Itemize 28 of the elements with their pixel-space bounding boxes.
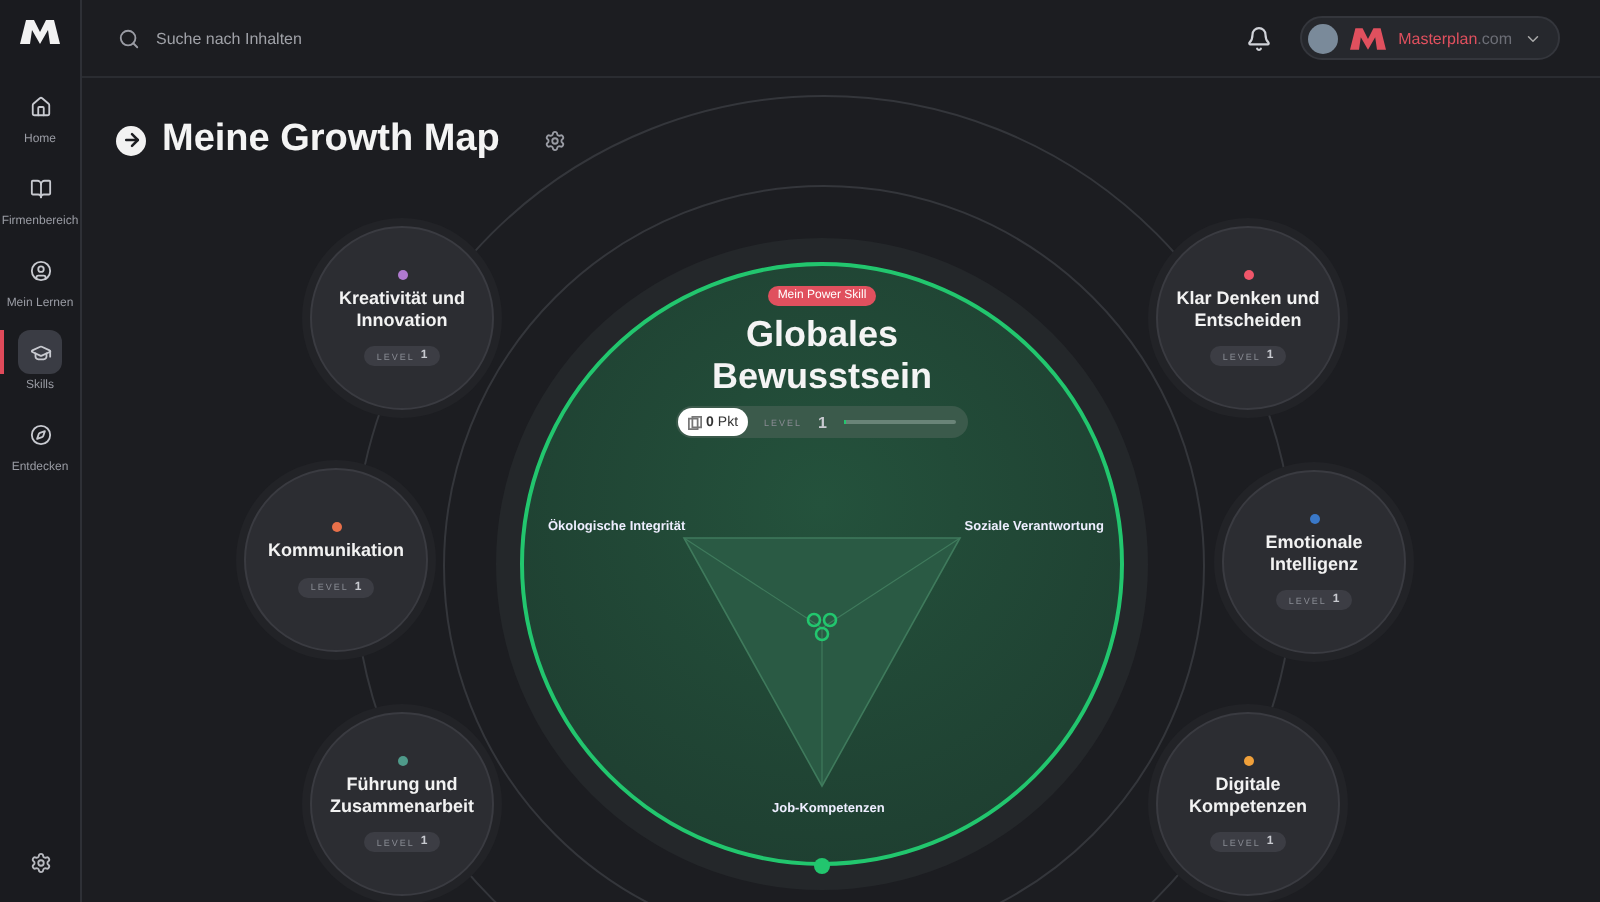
compass-icon [29,423,51,445]
skill-name: Emotionale Intelligenz [1263,531,1365,575]
user-icon [29,259,51,281]
brand-name: Masterplan.com [1398,29,1512,47]
arrow-button[interactable] [116,125,146,155]
logo-icon [20,20,60,44]
skill-name: Kommunikation [265,540,406,562]
coins-icon [688,415,702,430]
bell-icon[interactable] [1246,25,1273,51]
skill-name: Führung und Zusammenarbeit [327,773,477,817]
skill-name: Digitale Kompetenzen [1186,773,1309,817]
skill-name: Kreativität und Innovation [336,287,467,331]
settings-icon[interactable] [29,852,51,874]
account-menu[interactable]: Masterplan.com [1300,16,1560,60]
search-field[interactable]: Suche nach Inhalten [152,27,480,49]
home-icon [29,95,51,117]
book-icon [29,177,51,199]
graduation-cap-icon [29,341,51,363]
skill-name: Klar Denken und Entscheiden [1174,287,1322,331]
logo-icon [1350,27,1387,49]
search-icon [118,27,140,49]
avatar [1308,23,1339,53]
arrow-right-icon [121,130,141,150]
page-title: Meine Growth Map [162,118,500,162]
skill-title: Globales Bewusstsein [709,314,935,397]
nav-button[interactable] [18,330,62,374]
settings-icon[interactable] [543,129,566,151]
level-value: 1 [818,413,827,432]
